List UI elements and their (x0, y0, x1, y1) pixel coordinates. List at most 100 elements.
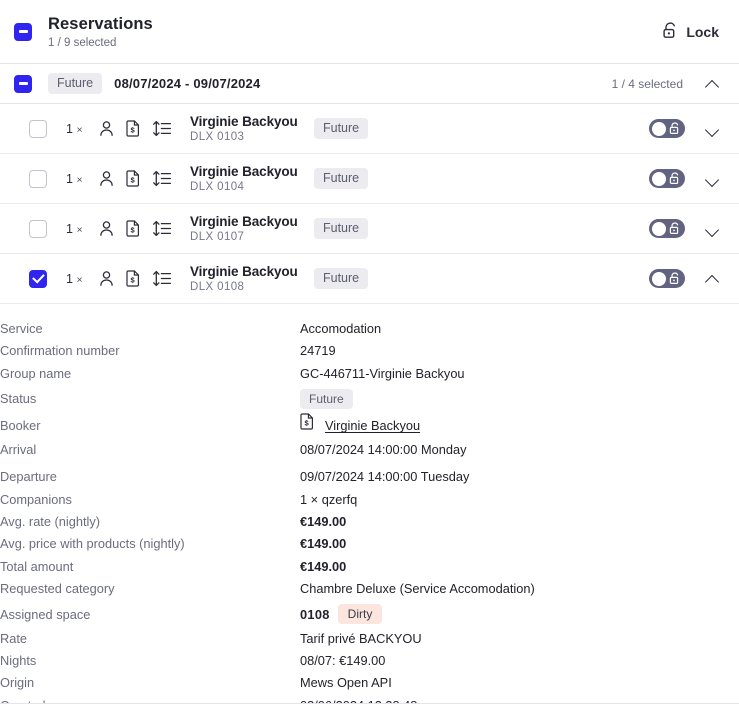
reservations-panel: Reservations 1 / 9 selected Lock Future … (0, 0, 739, 704)
row-expand-toggle[interactable] (697, 121, 729, 137)
detail-row-assigned-space: Assigned space 0108 Dirty (0, 601, 739, 628)
row-quantity-number: 1 (66, 171, 73, 186)
detail-value-nights: 08/07: €149.00 (300, 653, 386, 669)
group-header[interactable]: Future 08/07/2024 - 09/07/2024 1 / 4 sel… (0, 64, 739, 104)
height-adjust-icon[interactable] (152, 270, 172, 287)
invoice-dollar-icon[interactable]: $ (126, 220, 141, 237)
open-padlock-icon (669, 222, 681, 240)
lock-button-label: Lock (686, 23, 719, 40)
detail-value-group-name: GC-446711-Virginie Backyou (300, 365, 465, 381)
row-lock-toggle[interactable] (649, 119, 685, 138)
open-padlock-icon (669, 272, 681, 290)
svg-text:$: $ (131, 275, 136, 284)
row-lock-toggle[interactable] (649, 169, 685, 188)
detail-value-requested-category: Chambre Deluxe (Service Accomodation) (300, 581, 535, 597)
detail-row-service: Service Accomodation (0, 318, 739, 340)
height-adjust-icon[interactable] (152, 220, 172, 237)
detail-row-origin: Origin Mews Open API (0, 672, 739, 694)
person-icon[interactable] (98, 270, 115, 287)
row-select-checkbox[interactable] (29, 269, 47, 288)
row-guest-block: Virginie Backyou DLX 0107 (190, 214, 300, 243)
height-adjust-icon[interactable] (152, 170, 172, 187)
detail-label-requested-category: Requested category (0, 581, 115, 597)
open-padlock-icon (669, 172, 681, 190)
housekeeping-status-badge: Dirty (337, 604, 383, 625)
select-all-checkbox[interactable] (14, 22, 32, 41)
toggle-knob (652, 171, 666, 186)
guest-name: Virginie Backyou (190, 214, 298, 229)
group-select-checkbox[interactable] (14, 74, 32, 93)
detail-value-arrival: 08/07/2024 14:00:00 Monday (300, 442, 467, 458)
row-lock-toggle[interactable] (649, 269, 685, 288)
header-title-block: Reservations 1 / 9 selected (48, 14, 153, 50)
invoice-dollar-icon[interactable]: $ (126, 120, 141, 137)
chevron-up-icon (705, 271, 721, 287)
detail-row-total-amount: Total amount €149.00 (0, 556, 739, 578)
person-icon[interactable] (98, 120, 115, 137)
assigned-space-inline: 0108 Dirty (300, 601, 739, 628)
row-icon-group: $ (98, 270, 172, 287)
row-quantity-multiplier: × (76, 173, 83, 186)
invoice-dollar-icon[interactable]: $ (126, 170, 141, 187)
row-expand-toggle[interactable] (697, 221, 729, 237)
person-icon[interactable] (98, 220, 115, 237)
detail-label-avg-rate: Avg. rate (nightly) (0, 514, 101, 530)
detail-label-status: Status (0, 391, 37, 407)
detail-value-created: 03/06/2024 12:38:48 (300, 695, 739, 703)
detail-value-booker-cell: $ Virginie Backyou (300, 412, 739, 439)
booker-inline: $ Virginie Backyou (300, 412, 739, 439)
detail-row-companions: Companions 1 × qzerfq (0, 489, 739, 511)
detail-row-group-name: Group name GC-446711-Virginie Backyou (0, 363, 739, 385)
detail-label-arrival: Arrival (0, 442, 37, 458)
guest-name: Virginie Backyou (190, 264, 298, 279)
group-collapse-toggle[interactable] (697, 76, 729, 92)
row-quantity: 1 × (66, 272, 88, 286)
detail-row-arrival: Arrival 08/07/2024 14:00:00 Monday (0, 439, 739, 466)
height-adjust-icon[interactable] (152, 120, 172, 137)
detail-label-companions: Companions (0, 491, 72, 507)
reservation-detail-panel: Service Accomodation Confirmation number… (0, 304, 739, 704)
row-lock-toggle[interactable] (649, 219, 685, 238)
guest-name: Virginie Backyou (190, 114, 298, 129)
row-quantity: 1 × (66, 172, 88, 186)
detail-value-status-cell: Future (300, 385, 739, 412)
row-quantity-number: 1 (66, 221, 73, 236)
detail-row-confirmation-number: Confirmation number 24719 (0, 340, 739, 362)
table-row[interactable]: 1 × $ Virginie Backyou DLX 0108 Future (0, 254, 739, 304)
table-row[interactable]: 1 × $ Virginie Backyou DLX 0104 Future (0, 154, 739, 204)
invoice-dollar-icon[interactable]: $ (126, 270, 141, 287)
detail-label-created: Created (0, 695, 300, 703)
group-status-badge: Future (48, 73, 103, 94)
chevron-down-icon (705, 221, 721, 237)
detail-value-departure: 09/07/2024 14:00:00 Tuesday (300, 469, 470, 485)
lock-button[interactable]: Lock (659, 16, 723, 48)
detail-row-booker: Booker $ Virginie Backyou (0, 412, 739, 439)
row-select-checkbox[interactable] (29, 169, 47, 188)
toggle-knob (652, 221, 666, 236)
booker-link[interactable]: Virginie Backyou (325, 412, 420, 439)
person-icon[interactable] (98, 170, 115, 187)
row-select-checkbox[interactable] (29, 219, 47, 238)
detail-row-nights: Nights 08/07: €149.00 (0, 650, 739, 672)
detail-value-avg-rate: €149.00 (300, 514, 347, 530)
row-status-badge: Future (314, 268, 369, 289)
row-guest-block: Virginie Backyou DLX 0108 (190, 264, 300, 293)
row-quantity-multiplier: × (76, 223, 83, 236)
row-expand-toggle[interactable] (697, 271, 729, 287)
row-expand-toggle[interactable] (697, 171, 729, 187)
row-status-badge: Future (314, 218, 369, 239)
row-status-badge: Future (314, 168, 369, 189)
row-quantity: 1 × (66, 122, 88, 136)
detail-label-total-amount: Total amount (0, 558, 74, 574)
detail-label-booker: Booker (0, 418, 41, 434)
row-quantity-multiplier: × (76, 273, 83, 286)
status-badge: Future (300, 389, 353, 410)
table-row[interactable]: 1 × $ Virginie Backyou DLX 0103 Future (0, 104, 739, 154)
row-select-checkbox[interactable] (29, 119, 47, 138)
row-guest-block: Virginie Backyou DLX 0103 (190, 114, 300, 143)
detail-value-confirmation-number: 24719 (300, 343, 336, 359)
toggle-knob (652, 271, 666, 286)
detail-value-assigned-space-cell: 0108 Dirty (300, 601, 739, 628)
table-row[interactable]: 1 × $ Virginie Backyou DLX 0107 Future (0, 204, 739, 254)
detail-label-group-name: Group name (0, 365, 72, 381)
